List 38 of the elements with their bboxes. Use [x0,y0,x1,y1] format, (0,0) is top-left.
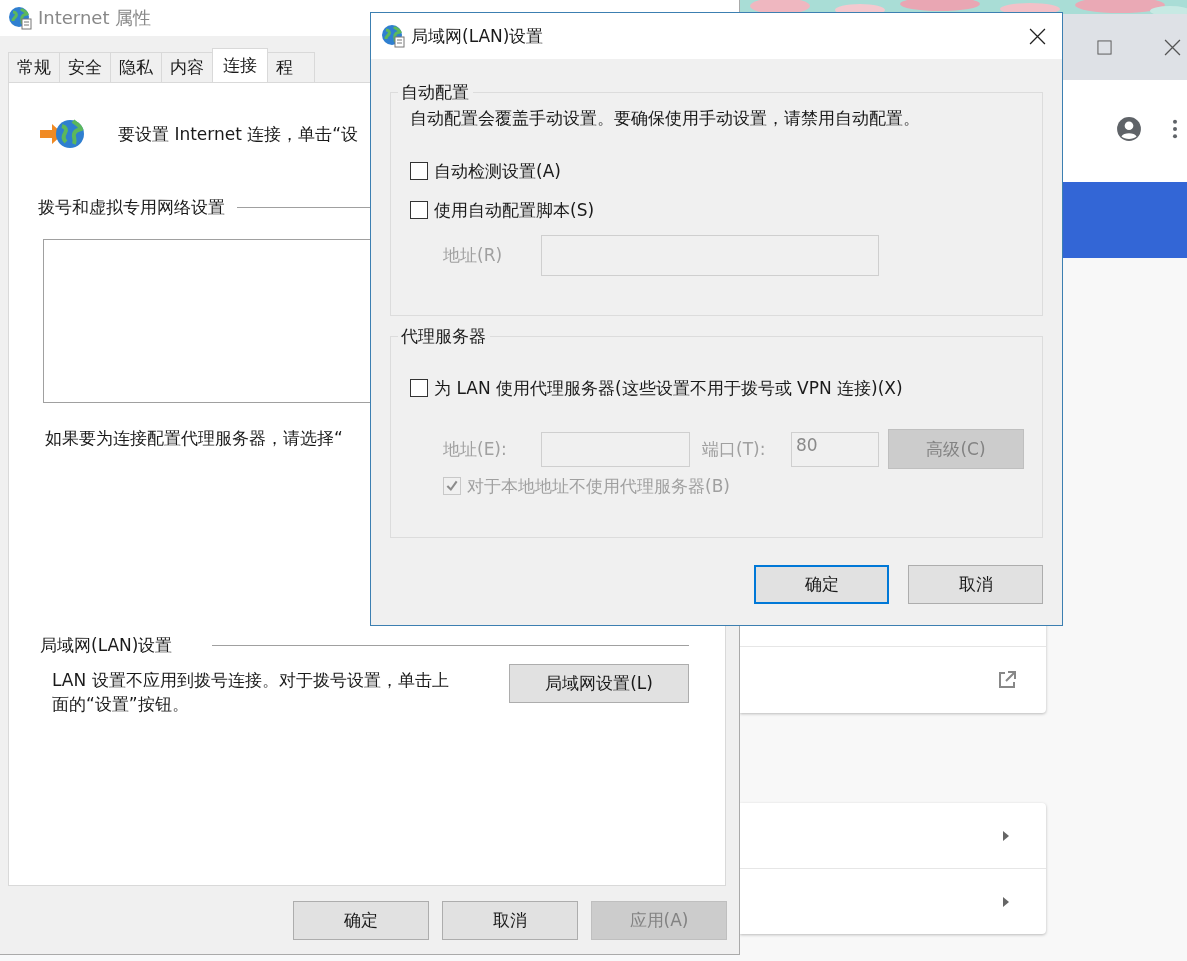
description: 自动配置会覆盖手动设置。要确保使用手动设置，请禁用自动配置。 [410,107,921,129]
intro-text: 要设置 Internet 连接，单击“设 [118,122,359,146]
checkbox[interactable] [410,162,428,180]
arrow-globe-icon [38,117,86,151]
account-icon[interactable] [1116,116,1142,142]
tab[interactable]: 常规 [8,52,60,82]
section-heading: 拨号和虚拟专用网络设置 [38,195,225,219]
ok-button[interactable]: 确定 [754,565,889,604]
globe-icon [381,24,405,48]
cancel-button[interactable]: 取消 [908,565,1043,604]
group-heading: 自动配置 [400,81,470,103]
tab[interactable]: 连接 [212,48,268,82]
address-field[interactable] [541,431,690,467]
group-heading: 代理服务器 [400,325,487,347]
caret-right-icon[interactable] [1003,896,1009,907]
checkbox[interactable] [410,379,428,397]
section-heading: 局域网(LAN)设置 [40,633,173,657]
checkbox-label: 对于本地地址不使用代理服务器(B) [467,474,730,498]
field-label: 地址(R) [443,244,504,267]
checkbox[interactable] [410,201,428,219]
external-link-icon[interactable] [997,670,1017,690]
tab[interactable]: 程 [267,52,315,82]
address-field[interactable] [541,235,879,276]
cancel-button[interactable]: 取消 [442,901,578,940]
field-label: 地址(E): [443,437,508,461]
window-title: Internet 属性 [38,6,152,30]
lan-settings-button[interactable]: 局域网设置(L) [509,664,689,703]
caret-right-icon[interactable] [1003,830,1009,841]
dialog-title: 局域网(LAN)设置 [411,24,545,48]
close-icon[interactable] [1029,27,1046,45]
field-label: 端口(T): [702,437,767,461]
checkbox-label: 使用自动配置脚本(S) [434,198,595,222]
checkbox-label: 自动检测设置(A) [434,159,561,183]
ok-button[interactable]: 确定 [293,901,429,940]
lan-description: LAN 设置不应用到拨号连接。对于拨号设置，单击上面的“设置”按钮。 [52,669,450,716]
checkbox-label: 为 LAN 使用代理服务器(这些设置不用于拨号或 VPN 连接)(X) [434,376,903,400]
globe-icon [8,6,32,30]
menu-icon[interactable] [1172,118,1178,140]
